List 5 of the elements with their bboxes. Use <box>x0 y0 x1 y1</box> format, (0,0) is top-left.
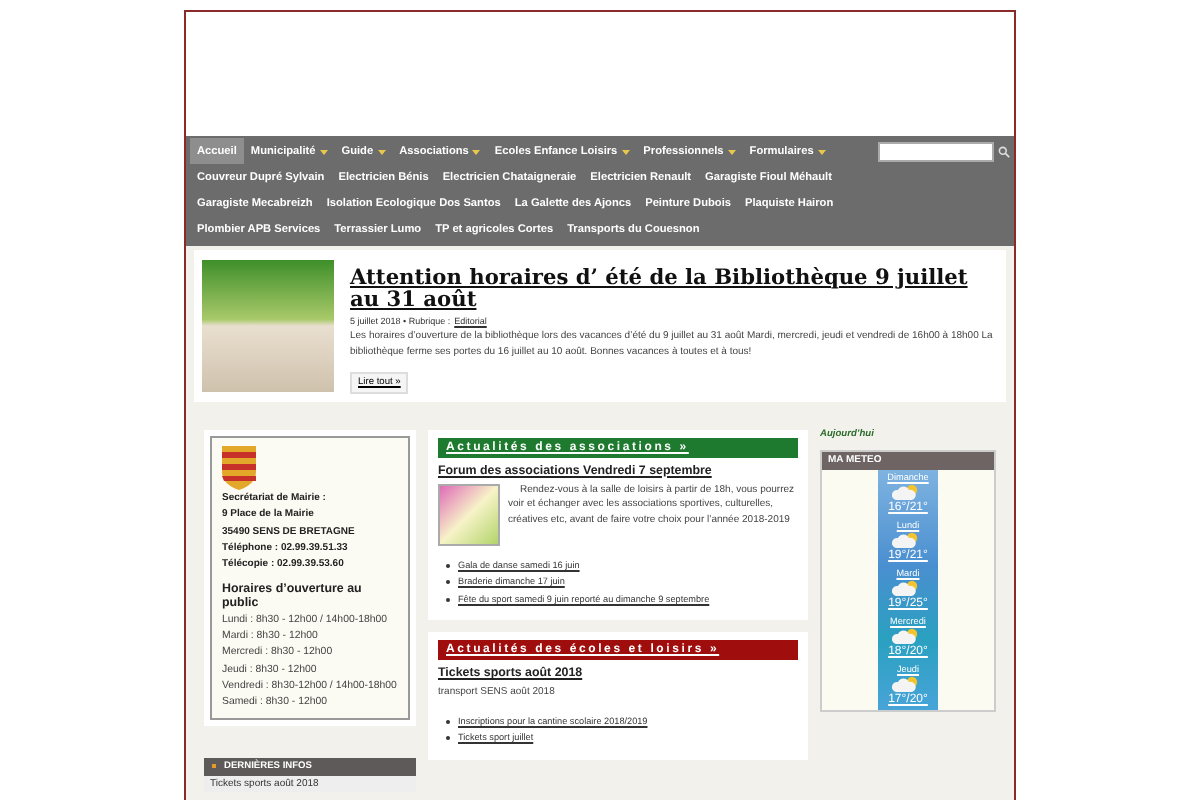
search-icon[interactable] <box>998 145 1010 157</box>
photo-placeholder <box>202 260 334 392</box>
article-title[interactable]: Attention horaires d’ été de la Bibliothèque 9 juillet au 31 août <box>350 268 998 313</box>
search-field[interactable] <box>878 141 994 161</box>
coat-of-arms-icon <box>222 445 256 490</box>
